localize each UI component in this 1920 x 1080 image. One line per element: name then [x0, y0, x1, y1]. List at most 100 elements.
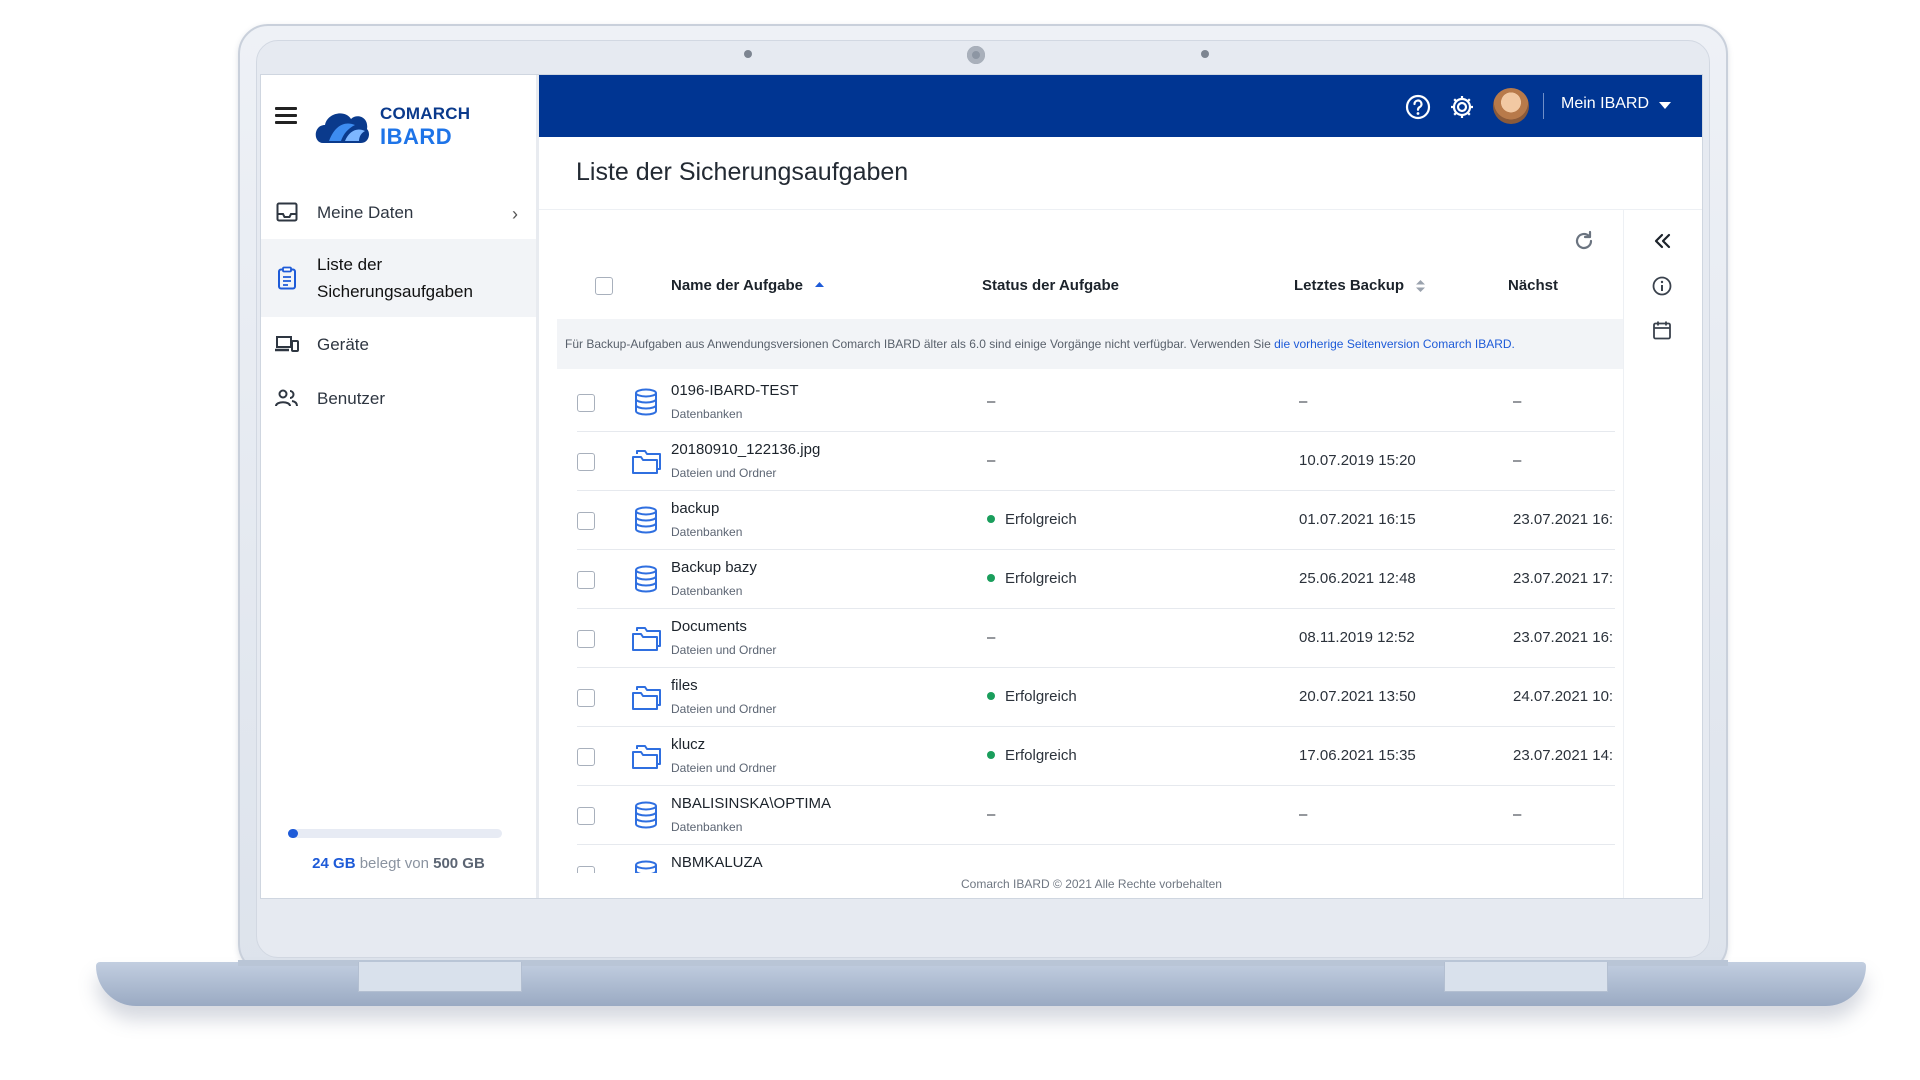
- status-text: –: [987, 452, 996, 469]
- sidebar-item-label: Liste der Sicherungsaufgaben: [317, 255, 473, 301]
- collapse-panel-icon[interactable]: [1651, 230, 1673, 252]
- info-icon[interactable]: [1651, 275, 1673, 297]
- task-name[interactable]: files: [671, 677, 698, 694]
- refresh-icon[interactable]: [1573, 230, 1595, 252]
- hinge-left: [358, 962, 522, 992]
- status-text: –: [987, 629, 996, 646]
- sort-icon[interactable]: [1416, 279, 1426, 293]
- task-status: –: [987, 452, 995, 469]
- row-checkbox[interactable]: [577, 748, 595, 766]
- account-menu-label[interactable]: Mein IBARD: [1561, 95, 1649, 113]
- task-name[interactable]: Documents: [671, 618, 747, 635]
- task-type: Datenbanken: [671, 525, 743, 539]
- calendar-icon[interactable]: [1651, 319, 1673, 341]
- inbox-icon: [273, 200, 301, 224]
- row-checkbox[interactable]: [577, 689, 595, 707]
- task-status: –: [987, 806, 995, 823]
- right-rail-divider: [1623, 209, 1624, 898]
- row-checkbox[interactable]: [577, 453, 595, 471]
- status-text: Erfolgreich: [1005, 747, 1077, 764]
- next-backup: 23.07.2021 16:: [1513, 511, 1614, 528]
- sidebar-item-sicherungsaufgaben[interactable]: Liste der Sicherungsaufgaben: [261, 239, 536, 317]
- next-backup: 23.07.2021 16:: [1513, 629, 1614, 646]
- task-type: Datenbanken: [671, 407, 743, 421]
- storage-label: belegt von: [359, 855, 429, 872]
- table-row[interactable]: backup Datenbanken Erfolgreich 01.07.2021 1…: [577, 491, 1615, 550]
- storage-usage-text: 24 GB belegt von 500 GB: [261, 855, 536, 872]
- next-backup: 24.07.2021 10:: [1513, 688, 1614, 705]
- help-icon[interactable]: [1405, 94, 1431, 120]
- clipboard-icon: [273, 266, 301, 290]
- status-success-dot: [987, 574, 995, 583]
- legacy-version-notice: Für Backup-Aufgaben aus Anwendungsversio…: [557, 319, 1623, 369]
- column-header-name[interactable]: Name der Aufgabe: [671, 277, 825, 294]
- table-row[interactable]: files Dateien und Ordner Erfolgreich 20.07.…: [577, 668, 1615, 727]
- sidebar-item-label: Geräte: [317, 334, 369, 354]
- notice-text: Für Backup-Aufgaben aus Anwendungsversio…: [565, 337, 1275, 351]
- sensor-dot-left: [744, 50, 752, 58]
- task-name[interactable]: NBMKALUZA: [671, 854, 763, 871]
- row-checkbox[interactable]: [577, 571, 595, 589]
- select-all-checkbox[interactable]: [595, 277, 613, 295]
- folder-icon: [631, 683, 661, 711]
- row-checkbox[interactable]: [577, 807, 595, 825]
- table-row[interactable]: NBALISINSKA\OPTIMA Datenbanken – – –: [577, 786, 1615, 845]
- column-header-last-backup[interactable]: Letztes Backup: [1294, 277, 1426, 294]
- status-success-dot: [987, 515, 995, 524]
- sidebar-item-label: Meine Daten: [317, 202, 414, 222]
- status-text: Erfolgreich: [1005, 511, 1077, 528]
- row-checkbox[interactable]: [577, 394, 595, 412]
- next-backup: 23.07.2021 17:: [1513, 570, 1614, 587]
- comarch-cloud-logo: [315, 113, 369, 143]
- task-name[interactable]: 20180910_122136.jpg: [671, 441, 820, 458]
- table-row[interactable]: 20180910_122136.jpg Dateien und Ordner – 10…: [577, 432, 1615, 491]
- task-type: Dateien und Ordner: [671, 466, 777, 480]
- storage-progress-fill: [288, 829, 299, 838]
- table-row[interactable]: Backup bazy Datenbanken Erfolgreich 25.06.2…: [577, 550, 1615, 609]
- avatar[interactable]: [1493, 88, 1529, 124]
- status-success-dot: [987, 692, 995, 701]
- status-text: –: [987, 806, 996, 823]
- database-icon: [631, 801, 661, 829]
- last-backup: –: [1299, 806, 1308, 823]
- row-checkbox[interactable]: [577, 630, 595, 648]
- task-name[interactable]: klucz: [671, 736, 705, 753]
- last-backup: 17.06.2021 15:35: [1299, 747, 1416, 764]
- row-checkbox[interactable]: [577, 512, 595, 530]
- storage-progress-bar: [288, 829, 502, 838]
- sidebar-item-geraete[interactable]: Geräte: [261, 317, 536, 371]
- settings-icon[interactable]: [1449, 94, 1475, 120]
- table-row[interactable]: klucz Dateien und Ordner Erfolgreich 17.06.…: [577, 727, 1615, 786]
- devices-icon: [273, 332, 301, 356]
- task-list: 0196-IBARD-TEST Datenbanken – – – 20180910_12…: [577, 373, 1615, 873]
- task-type: Datenbanken: [671, 820, 743, 834]
- folder-icon: [631, 447, 661, 475]
- chevron-right-icon: ›: [512, 204, 518, 224]
- last-backup: 20.07.2021 13:50: [1299, 688, 1416, 705]
- hamburger-menu-icon[interactable]: [275, 107, 297, 124]
- last-backup: 01.07.2021 16:15: [1299, 511, 1416, 528]
- column-label: Name der Aufgabe: [671, 277, 803, 294]
- last-backup: 08.11.2019 12:52: [1299, 629, 1415, 646]
- caret-down-icon[interactable]: [1659, 102, 1671, 109]
- task-name[interactable]: Backup bazy: [671, 559, 757, 576]
- database-icon: [631, 388, 661, 416]
- sort-ascending-icon[interactable]: [815, 281, 825, 291]
- webcam: [967, 46, 985, 64]
- sidebar-item-benutzer[interactable]: Benutzer: [261, 371, 536, 425]
- sensor-dot-right: [1201, 50, 1209, 58]
- previous-version-link[interactable]: die vorherige Seitenversion Comarch IBAR…: [1274, 337, 1515, 351]
- task-type: Datenbanken: [671, 584, 743, 598]
- task-type: Dateien und Ordner: [671, 702, 777, 716]
- column-label: Letztes Backup: [1294, 277, 1405, 294]
- task-type: Dateien und Ordner: [671, 761, 777, 775]
- table-row[interactable]: 0196-IBARD-TEST Datenbanken – – –: [577, 373, 1615, 432]
- row-checkbox[interactable]: [577, 866, 595, 873]
- task-status: Erfolgreich: [987, 570, 1077, 587]
- task-name[interactable]: backup: [671, 500, 719, 517]
- table-row[interactable]: Documents Dateien und Ordner – 08.11.2019 1…: [577, 609, 1615, 668]
- table-row[interactable]: NBMKALUZA: [577, 845, 1615, 873]
- task-name[interactable]: 0196-IBARD-TEST: [671, 382, 799, 399]
- sidebar-item-meine-daten[interactable]: Meine Daten ›: [261, 185, 536, 239]
- task-name[interactable]: NBALISINSKA\OPTIMA: [671, 795, 831, 812]
